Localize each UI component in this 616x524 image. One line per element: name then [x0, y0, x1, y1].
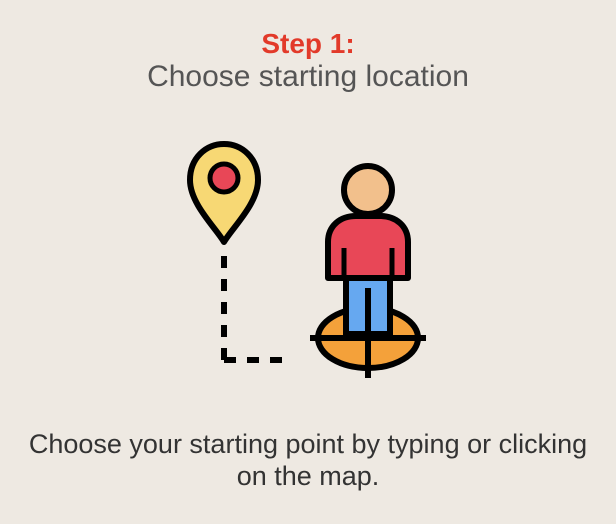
dashed-route-line — [221, 256, 292, 363]
step-title: Choose starting location — [147, 60, 469, 93]
step-card: Step 1: Choose starting location Choose … — [0, 0, 616, 524]
step-description: Choose your starting point by typing or … — [28, 429, 588, 491]
map-pin-icon — [187, 141, 261, 245]
starting-location-illustration — [187, 141, 426, 378]
step-number: Step 1: — [261, 28, 355, 59]
person-icon — [325, 163, 411, 337]
